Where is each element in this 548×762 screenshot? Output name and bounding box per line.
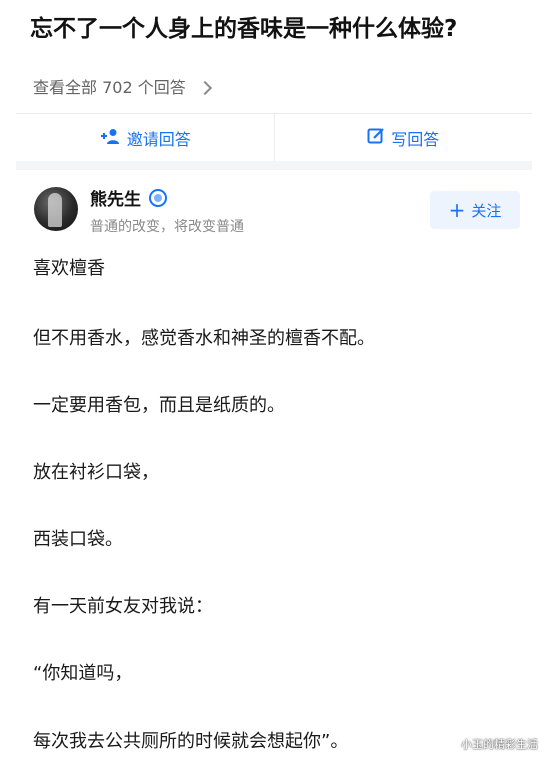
view-all-answers-link[interactable]: 查看全部 702 个回答	[33, 75, 212, 101]
avatar-figure	[48, 193, 62, 227]
follow-button[interactable]: + 关注	[430, 191, 520, 229]
avatar[interactable]	[34, 187, 78, 231]
follow-label: 关注	[471, 201, 502, 220]
author-card: 熊先生 普通的改变，将改变普通 + 关注	[30, 183, 520, 239]
answer-paragraph: 一定要用香包，而且是纸质的。	[33, 395, 285, 416]
answer-paragraph: 西装口袋。	[33, 529, 123, 550]
invite-answer-label: 邀请回答	[126, 130, 191, 149]
watermark: 小玉的精彩生活	[461, 738, 538, 751]
invite-answer-button[interactable]: 邀请回答	[16, 114, 274, 162]
author-name: 熊先生	[90, 190, 141, 210]
view-all-answers-label: 查看全部 702 个回答	[33, 78, 186, 97]
chevron-right-icon	[197, 80, 212, 96]
add-user-icon	[99, 127, 121, 149]
write-answer-button[interactable]: 写回答	[275, 114, 533, 162]
plus-icon: +	[448, 198, 466, 222]
answer-paragraph: 每次我去公共厕所的时候就会想起你”。	[33, 731, 349, 752]
author-name-row[interactable]: 熊先生	[90, 185, 167, 210]
answer-paragraph: 喜欢檀香	[33, 258, 105, 279]
answer-action-bar: 邀请回答 写回答	[16, 113, 532, 162]
answer-paragraph: 放在衬衫口袋，	[33, 462, 159, 483]
answer-paragraph: “你知道吗，	[33, 663, 133, 684]
answer-paragraph: 但不用香水，感觉香水和神圣的檀香不配。	[33, 328, 375, 349]
section-divider	[16, 161, 532, 170]
author-bio: 普通的改变，将改变普通	[90, 219, 244, 235]
verified-badge-icon	[149, 188, 167, 207]
write-answer-label: 写回答	[391, 130, 440, 149]
question-title: 忘不了一个人身上的香味是一种什么体验?	[30, 16, 458, 42]
answer-paragraph: 有一天前女友对我说：	[33, 596, 213, 617]
edit-icon	[367, 127, 385, 149]
